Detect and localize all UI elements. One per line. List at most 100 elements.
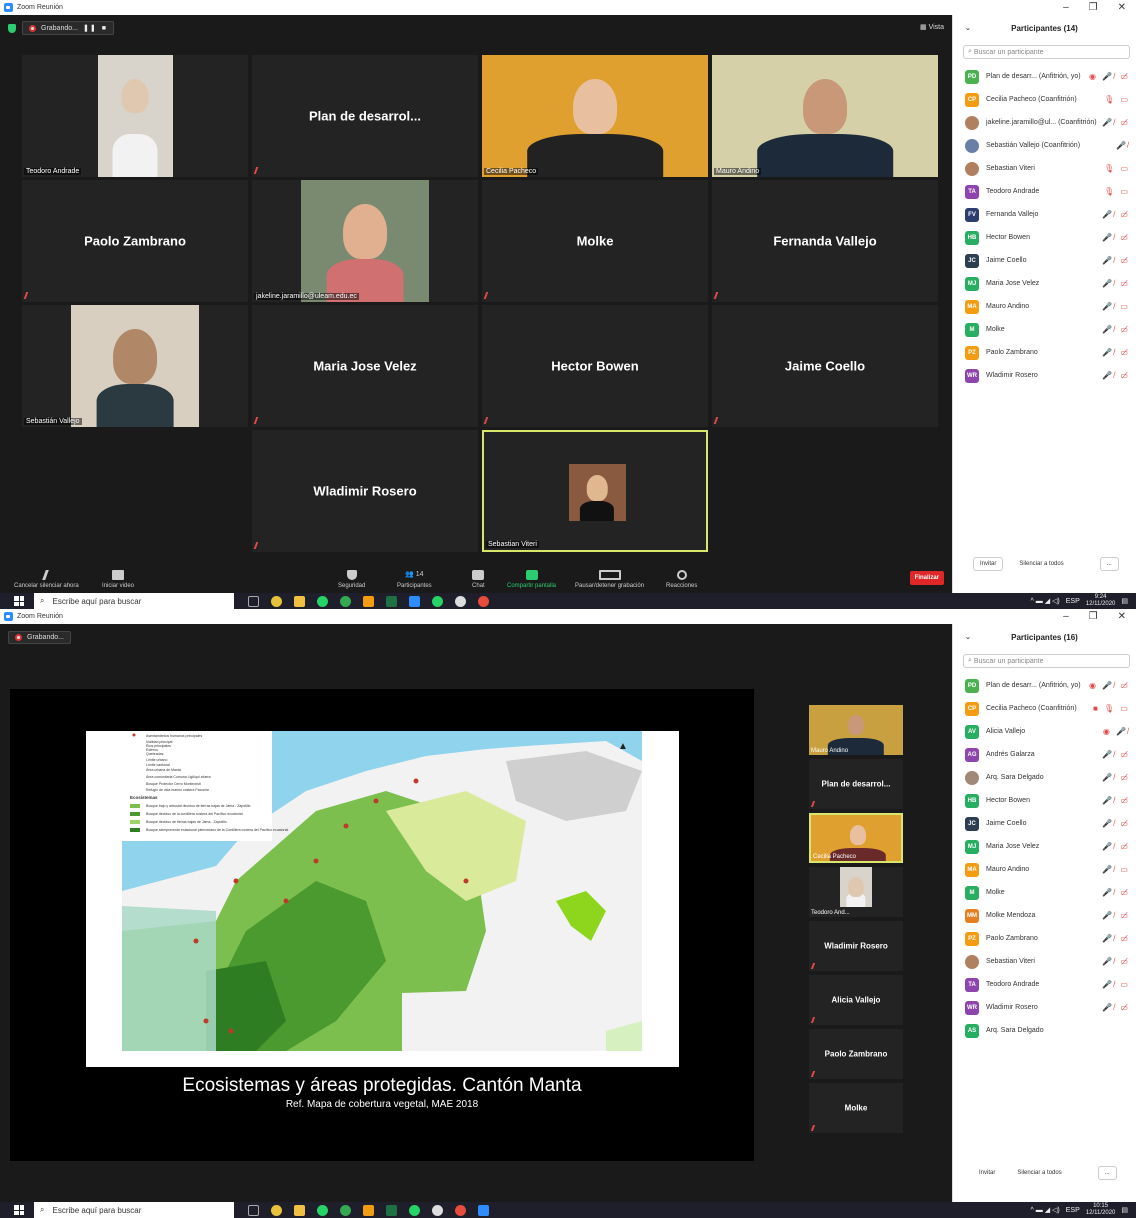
participant-status-icons[interactable]: 🎤̸ ▭̸ [1102, 819, 1130, 828]
participant-row[interactable]: MJ Maria Jose Velez 🎤̸ ▭̸ [953, 835, 1136, 858]
app-icon[interactable] [455, 1204, 466, 1216]
video-thumbnail[interactable]: Molke [809, 1083, 903, 1133]
participant-status-icons[interactable]: 🎤̸ ▭ [1102, 980, 1130, 989]
close-icon[interactable]: ✕ [1118, 611, 1126, 622]
video-tile[interactable]: Hector Bowen [482, 305, 708, 427]
more-button[interactable]: ... [1097, 1166, 1117, 1180]
participant-row[interactable]: JC Jaime Coello 🎤̸ ▭̸ [953, 249, 1136, 272]
participant-row[interactable]: CP Cecilia Pacheco (Coanfitrión) ■ 🎙 ▭ [953, 697, 1136, 720]
clock[interactable]: 10:15 12/11/2020 [1086, 1203, 1116, 1217]
excel-icon[interactable] [386, 595, 397, 607]
participant-status-icons[interactable]: 🎙 ▭ [1104, 164, 1130, 173]
participant-status-icons[interactable]: 🎤̸ ▭̸ [1102, 348, 1130, 357]
participant-status-icons[interactable]: 🎤̸ ▭̸ [1102, 796, 1130, 805]
mute-all-button[interactable]: Silenciar a todos [1013, 558, 1070, 570]
whatsapp-icon[interactable] [409, 1204, 420, 1216]
powerpoint-icon[interactable] [363, 595, 374, 607]
video-thumbnail[interactable]: Teodoro And... [809, 867, 903, 917]
start-video-button[interactable]: Iniciar video [102, 570, 134, 589]
pause-recording-icon[interactable]: ❚❚ [83, 24, 97, 32]
participant-row[interactable]: HB Hector Bowen 🎤̸ ▭̸ [953, 789, 1136, 812]
taskbar-search[interactable]: ⌕ Escribe aquí para buscar [34, 593, 234, 609]
participant-status-icons[interactable]: ■ 🎙 ▭ [1093, 704, 1130, 713]
whatsapp-icon[interactable] [317, 1204, 328, 1216]
end-meeting-button[interactable]: Finalizar [909, 571, 944, 585]
participant-status-icons[interactable]: 🎤̸ ▭̸ [1102, 888, 1130, 897]
participants-button[interactable]: 👥 14 Participantes [397, 570, 432, 589]
video-tile[interactable]: Jaime Coello [712, 305, 938, 427]
video-thumbnail[interactable]: Wladimir Rosero [809, 921, 903, 971]
video-tile[interactable]: jakeline.jaramillo@uleam.edu.ec [252, 180, 478, 302]
task-view-icon[interactable] [248, 595, 259, 607]
participant-row[interactable]: M Molke 🎤̸ ▭̸ [953, 318, 1136, 341]
participant-row[interactable]: MA Mauro Andino 🎤̸ ▭ [953, 295, 1136, 318]
video-tile[interactable]: Wladimir Rosero [252, 430, 478, 552]
participant-status-icons[interactable]: 🎤̸ ▭̸ [1102, 325, 1130, 334]
maximize-icon[interactable]: ❐ [1089, 611, 1098, 622]
participant-status-icons[interactable]: 🎤̸ ▭̸ [1102, 118, 1130, 127]
participant-row[interactable]: WR Wladimir Rosero 🎤̸ ▭̸ [953, 364, 1136, 387]
participant-row[interactable]: PZ Paolo Zambrano 🎤̸ ▭̸ [953, 927, 1136, 950]
windows-start-icon[interactable] [14, 596, 24, 606]
participant-row[interactable]: WR Wladimir Rosero 🎤̸ ▭̸ [953, 996, 1136, 1019]
powerpoint-icon[interactable] [363, 1204, 374, 1216]
video-tile[interactable]: Teodoro Andrade [22, 55, 248, 177]
app-icon[interactable] [340, 1204, 351, 1216]
video-tile[interactable]: Paolo Zambrano [22, 180, 248, 302]
more-button[interactable]: ... [1099, 557, 1119, 571]
participant-status-icons[interactable]: 🎤̸ ▭̸ [1102, 371, 1130, 380]
video-tile[interactable]: Cecilia Pacheco [482, 55, 708, 177]
participant-row[interactable]: TA Teodoro Andrade 🎤̸ ▭ [953, 973, 1136, 996]
security-shield-icon[interactable] [8, 23, 16, 33]
participant-status-icons[interactable]: 🎙 ▭ [1104, 187, 1130, 196]
app-icon[interactable] [478, 595, 489, 607]
share-screen-button[interactable]: Compartir pantalla [507, 570, 556, 589]
participant-row[interactable]: FV Fernanda Vallejo 🎤̸ ▭̸ [953, 203, 1136, 226]
task-view-icon[interactable] [248, 1204, 259, 1216]
whatsapp-icon[interactable] [432, 595, 443, 607]
participant-row[interactable]: Sebastian Viteri 🎙 ▭ [953, 157, 1136, 180]
participant-row[interactable]: TA Teodoro Andrade 🎙 ▭ [953, 180, 1136, 203]
participant-row[interactable]: JC Jaime Coello 🎤̸ ▭̸ [953, 812, 1136, 835]
participant-row[interactable]: M Molke 🎤̸ ▭̸ [953, 881, 1136, 904]
excel-icon[interactable] [386, 1204, 397, 1216]
reactions-button[interactable]: Reacciones [666, 570, 697, 589]
participant-row[interactable]: Arq. Sara Delgado 🎤̸ ▭̸ [953, 766, 1136, 789]
clock[interactable]: 9:24 12/11/2020 [1086, 594, 1116, 608]
participant-status-icons[interactable]: ◉ 🎤̸ ▭̸ [1089, 72, 1130, 81]
participant-row[interactable]: AV Alicia Vallejo ◉ 🎤̸ [953, 720, 1136, 743]
participant-search-input[interactable]: ⌕ Buscar un participante [963, 654, 1130, 668]
participant-status-icons[interactable]: 🎤̸ ▭̸ [1102, 773, 1130, 782]
video-thumbnail[interactable]: Mauro Andino [809, 705, 903, 755]
taskbar-search[interactable]: ⌕ Escribe aquí para buscar [34, 1202, 234, 1218]
chrome-icon[interactable] [271, 595, 282, 607]
participant-status-icons[interactable]: 🎤̸ ▭̸ [1102, 210, 1130, 219]
participant-row[interactable]: AS Arq. Sara Delgado [953, 1019, 1136, 1042]
view-button[interactable]: ▦ Vista [920, 23, 944, 31]
chat-button[interactable]: Chat [472, 570, 485, 589]
notifications-icon[interactable]: ▤ [1121, 1206, 1128, 1214]
participant-status-icons[interactable]: 🎤̸ [1116, 141, 1130, 150]
file-explorer-icon[interactable] [294, 595, 305, 607]
video-thumbnail[interactable]: Cecilia Pacheco [809, 813, 903, 863]
video-tile[interactable]: Fernanda Vallejo [712, 180, 938, 302]
whatsapp-icon[interactable] [317, 595, 328, 607]
participant-row[interactable]: AG Andrés Galarza 🎤̸ ▭̸ [953, 743, 1136, 766]
chevron-down-icon[interactable]: ⌄ [965, 633, 971, 641]
maximize-icon[interactable]: ❐ [1089, 2, 1098, 13]
minimize-icon[interactable]: – [1063, 2, 1069, 13]
participant-status-icons[interactable]: 🎤̸ ▭̸ [1102, 256, 1130, 265]
participant-status-icons[interactable]: 🎤̸ ▭̸ [1102, 934, 1130, 943]
participant-status-icons[interactable]: 🎙 ▭ [1104, 95, 1130, 104]
participant-row[interactable]: MJ Maria Jose Velez 🎤̸ ▭̸ [953, 272, 1136, 295]
participant-row[interactable]: jakeline.jaramillo@ul... (Coanfitrión) 🎤̸… [953, 111, 1136, 134]
participant-status-icons[interactable]: 🎤̸ ▭̸ [1102, 233, 1130, 242]
video-tile[interactable]: Sebastian Viteri [482, 430, 708, 552]
participant-row[interactable]: PZ Paolo Zambrano 🎤̸ ▭̸ [953, 341, 1136, 364]
participant-row[interactable]: PD Plan de desarr... (Anfitrión, yo) ◉ 🎤̸ … [953, 65, 1136, 88]
participant-row[interactable]: MM Molke Mendoza 🎤̸ ▭̸ [953, 904, 1136, 927]
minimize-icon[interactable]: – [1063, 611, 1069, 622]
tray-icons[interactable]: ^ ▬ ◢ ◁) [1031, 597, 1060, 605]
chevron-down-icon[interactable]: ⌄ [965, 24, 971, 32]
video-tile[interactable]: Molke [482, 180, 708, 302]
